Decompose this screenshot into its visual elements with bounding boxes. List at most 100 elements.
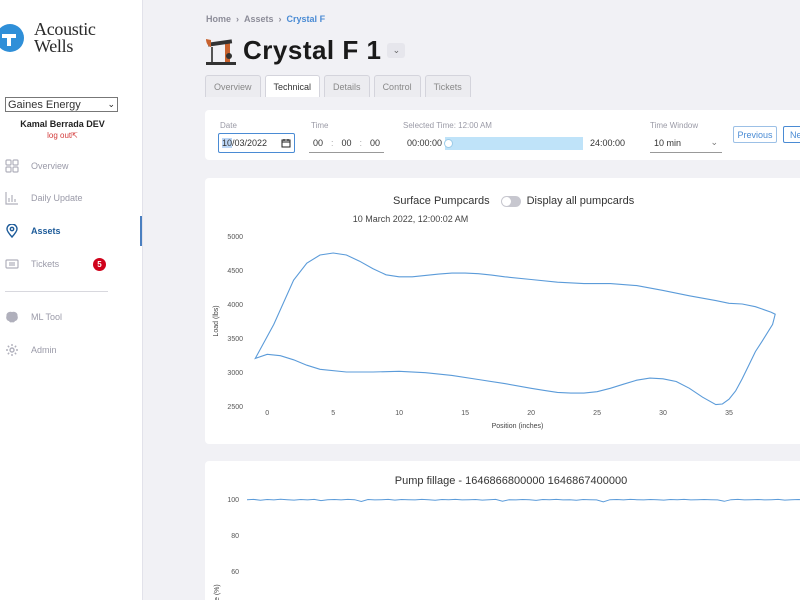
time-window-label: Time Window: [650, 121, 699, 130]
nav-item-ml-tool[interactable]: ML Tool: [0, 306, 142, 328]
x-tick-label: 5: [331, 410, 335, 417]
y-tick-label: 60: [231, 569, 239, 576]
fillage-series-line: [246, 498, 800, 503]
map-pin-icon: [6, 224, 18, 238]
y-tick-label: 4500: [227, 268, 243, 275]
time-control-bar: Date 10/03/2022 Time 00 : 00 : 00 Select…: [205, 110, 800, 160]
grid-icon: [5, 159, 19, 173]
nav-item-assets[interactable]: Assets: [0, 216, 142, 246]
title-row: Crystal F 1 ⌄: [205, 35, 406, 66]
tab-tickets[interactable]: Tickets: [424, 75, 471, 97]
x-tick-label: 25: [593, 410, 601, 417]
x-tick-label: 30: [659, 410, 667, 417]
nav-item-daily-update[interactable]: Daily Update: [0, 187, 142, 209]
chevron-down-icon: ⌄: [710, 137, 718, 147]
logout-label: log out: [47, 131, 72, 140]
slider-start-label: 00:00:00: [407, 138, 443, 148]
organization-select[interactable]: Gaines Energy ⌄: [5, 97, 118, 112]
y-axis-label: Fillage (%): [214, 584, 221, 600]
asset-switcher-button[interactable]: ⌄: [387, 43, 406, 58]
x-tick-label: 20: [527, 410, 535, 417]
time-label: Time: [311, 121, 329, 130]
acoustic-wells-logo-icon: [0, 24, 24, 52]
y-tick-label: 5000: [227, 234, 243, 241]
calendar-icon[interactable]: [281, 138, 291, 148]
date-input-value: 10/03/2022: [222, 138, 267, 148]
logo[interactable]: Acoustic Wells: [0, 18, 140, 58]
time-slider-track[interactable]: [445, 137, 583, 150]
tickets-count-badge: 5: [93, 257, 106, 271]
breadcrumb-home[interactable]: Home: [206, 14, 231, 24]
logout-link[interactable]: log out⇱: [0, 131, 125, 140]
y-tick-label: 2500: [227, 404, 243, 411]
next-button[interactable]: Next: [783, 126, 800, 143]
breadcrumb-assets[interactable]: Assets: [244, 14, 274, 24]
pumpjack-icon: [206, 38, 236, 65]
slider-end-label: 24:00:00: [590, 138, 626, 148]
pump-fillage-card: Pump fillage - 1646866800000 16468674000…: [205, 461, 800, 600]
nav-label: ML Tool: [31, 312, 63, 322]
page-title: Crystal F 1: [243, 35, 382, 65]
logout-icon: ⇱: [71, 131, 78, 140]
tab-technical[interactable]: Technical: [264, 75, 321, 97]
chevron-down-icon: ⌄: [392, 45, 401, 55]
nav-divider: [5, 291, 108, 292]
sidebar: Acoustic Wells Gaines Energy ⌄ Kamal Ber…: [0, 0, 143, 600]
nav-label: Overview: [31, 161, 69, 171]
date-input-rest: /03/2022: [232, 138, 268, 148]
time-hours[interactable]: 00: [313, 138, 323, 148]
x-tick-label: 15: [461, 410, 469, 417]
time-window-value: 10 min: [654, 137, 682, 148]
date-input[interactable]: 10/03/2022: [218, 133, 295, 153]
tab-overview[interactable]: Overview: [205, 75, 261, 97]
date-label: Date: [220, 121, 237, 130]
y-axis-label: Load (lbs): [213, 305, 220, 336]
brand-line-2: Wells: [34, 36, 74, 56]
gear-icon: [6, 344, 18, 356]
fillage-chart: 60 80 100 Fillage (%): [214, 497, 800, 600]
time-separator: :: [359, 137, 362, 148]
y-tick-label: 100: [227, 497, 239, 504]
bar-chart-icon: [5, 192, 18, 205]
time-separator: :: [330, 137, 334, 148]
tab-bar: Overview Technical Details Control Ticke…: [205, 75, 471, 97]
y-tick-label: 3500: [227, 336, 243, 343]
time-window-select[interactable]: 10 min ⌄: [650, 133, 722, 153]
user-name: Kamal Berrada DEV: [20, 119, 105, 129]
nav-item-admin[interactable]: Admin: [0, 339, 142, 361]
pumpcard-series-line: [254, 252, 776, 406]
ticket-icon: [5, 259, 19, 269]
selected-time-label: Selected Time: 12:00 AM: [403, 121, 492, 130]
pumpcard-chart: 2500 3000 3500 4000 4500 5000 0 5 10 15 20 25 30 35 Po…: [213, 234, 776, 430]
x-tick-label: 10: [395, 410, 403, 417]
tab-details[interactable]: Details: [324, 75, 370, 97]
nav-label: Daily Update: [31, 193, 83, 203]
nav-label: Tickets: [31, 259, 60, 269]
brand-name: Acoustic Wells: [34, 20, 96, 56]
y-tick-label: 4000: [227, 302, 243, 309]
brain-icon: [6, 311, 18, 323]
previous-button[interactable]: Previous: [733, 126, 777, 143]
y-tick-label: 80: [231, 533, 239, 540]
breadcrumb-separator: ›: [236, 14, 240, 24]
tab-control[interactable]: Control: [373, 75, 421, 97]
y-tick-label: 3000: [227, 370, 243, 377]
breadcrumb-current: Crystal F: [286, 14, 326, 24]
nav-label: Admin: [31, 345, 57, 355]
x-tick-label: 35: [725, 410, 733, 417]
breadcrumb-separator: ›: [278, 14, 282, 24]
time-seconds[interactable]: 00: [370, 138, 380, 148]
nav-item-overview[interactable]: Overview: [0, 155, 142, 177]
organization-select-value: Gaines Energy: [8, 98, 81, 111]
surface-pumpcard-card: Surface Pumpcards Display all pumpcards …: [205, 178, 800, 444]
x-axis-label: Position (inches): [492, 423, 544, 430]
time-input[interactable]: 00 : 00 : 00: [309, 133, 384, 153]
chevron-down-icon: ⌄: [107, 99, 115, 109]
breadcrumb: Home › Assets › Crystal F: [206, 14, 325, 24]
nav-label: Assets: [31, 226, 61, 236]
nav-item-tickets[interactable]: Tickets 5: [0, 253, 142, 275]
time-minutes[interactable]: 00: [341, 138, 351, 148]
date-input-day: 10: [222, 138, 233, 148]
x-tick-label: 0: [265, 410, 269, 417]
time-slider-thumb[interactable]: [444, 139, 453, 148]
